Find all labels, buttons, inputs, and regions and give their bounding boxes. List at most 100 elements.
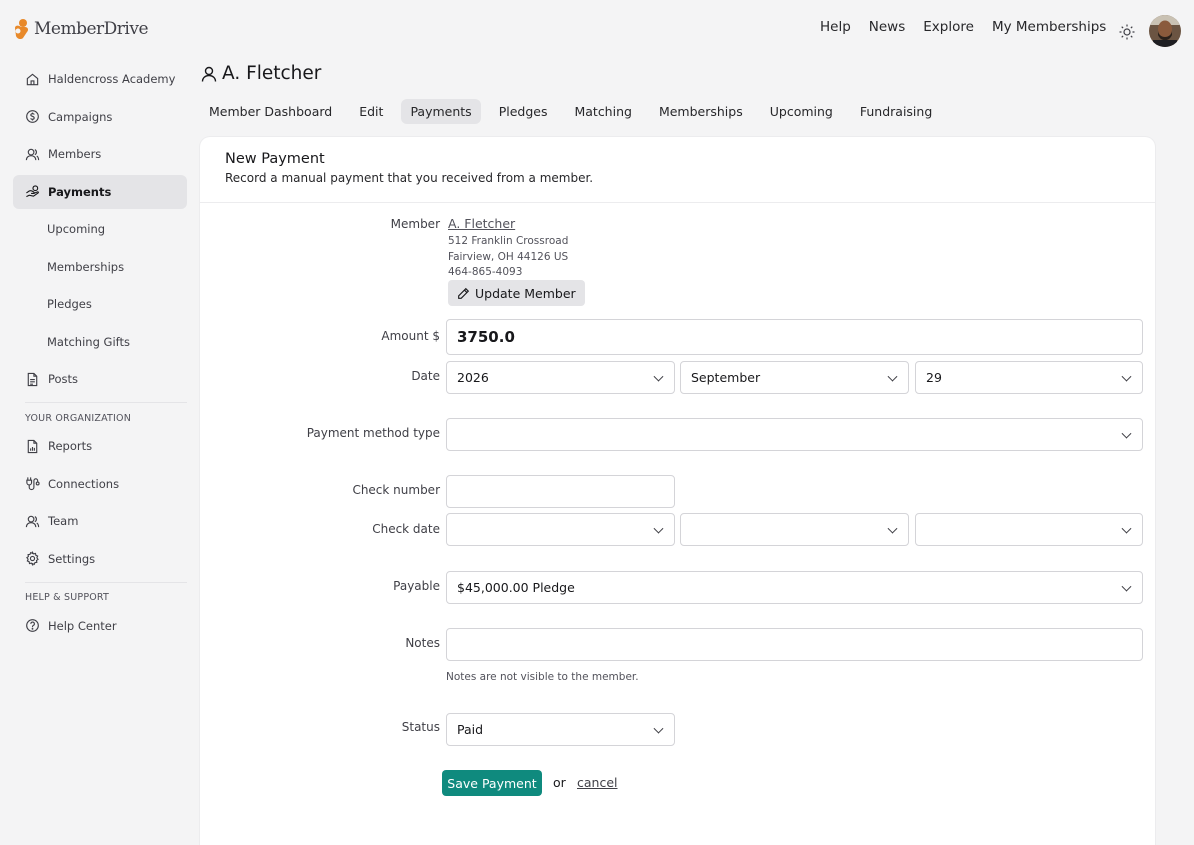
status-select[interactable]: Paid xyxy=(446,713,675,746)
tab-upcoming[interactable]: Upcoming xyxy=(761,99,842,124)
avatar[interactable] xyxy=(1149,15,1181,47)
member-link[interactable]: A. Fletcher xyxy=(448,216,515,231)
notes-input[interactable] xyxy=(446,628,1143,661)
sidebar-item-settings[interactable]: Settings xyxy=(13,542,187,576)
date-label: Date xyxy=(411,369,440,383)
update-member-button[interactable]: Update Member xyxy=(448,280,585,306)
user-icon xyxy=(201,66,217,82)
sidebar-item-connections[interactable]: Connections xyxy=(13,467,187,501)
brand-name: MemberDrive xyxy=(34,19,149,39)
plug-icon xyxy=(26,477,40,491)
sidebar-item-label: Settings xyxy=(48,551,96,566)
date-month-select[interactable]: September xyxy=(680,361,909,394)
sidebar-item-help-center[interactable]: Help Center xyxy=(13,609,187,643)
topnav-explore[interactable]: Explore xyxy=(923,19,974,35)
sidebar-divider xyxy=(25,581,187,583)
tab-payments[interactable]: Payments xyxy=(401,99,481,124)
tab-memberships[interactable]: Memberships xyxy=(650,99,752,124)
sidebar-item-label: Help Center xyxy=(48,618,117,633)
update-member-label: Update Member xyxy=(475,285,576,301)
form-title: New Payment xyxy=(225,151,325,167)
sidebar-item-label: Campaigns xyxy=(48,109,113,124)
or-text: or xyxy=(553,775,566,790)
topnav-news[interactable]: News xyxy=(869,19,905,35)
member-address-line2: Fairview, OH 44126 US xyxy=(448,251,569,263)
cancel-link[interactable]: cancel xyxy=(577,775,618,790)
users-icon xyxy=(25,515,40,527)
sidebar-divider xyxy=(25,402,187,403)
sidebar: Haldencross Academy Campaigns Members Pa… xyxy=(13,62,187,646)
member-label: Member xyxy=(390,217,440,231)
sidebar-item-label: Members xyxy=(48,147,102,161)
users-icon xyxy=(25,148,40,160)
home-icon xyxy=(26,73,39,85)
check-date-year-select[interactable] xyxy=(446,513,675,546)
notes-label: Notes xyxy=(405,636,440,650)
sidebar-item-label: Upcoming xyxy=(47,222,106,236)
notes-hint: Notes are not visible to the member. xyxy=(446,671,639,683)
topnav-my-memberships[interactable]: My Memberships xyxy=(992,19,1106,35)
member-address-line1: 512 Franklin Crossroad xyxy=(448,235,569,247)
page-title: A. Fletcher xyxy=(200,63,321,84)
tab-matching[interactable]: Matching xyxy=(565,99,640,124)
sidebar-heading-organization: YOUR ORGANIZATION xyxy=(25,412,132,424)
payable-select[interactable]: $45,000.00 Pledge xyxy=(446,571,1143,604)
tab-pledges[interactable]: Pledges xyxy=(490,99,557,124)
sidebar-item-payments[interactable]: Payments xyxy=(13,174,187,209)
tab-fundraising[interactable]: Fundraising xyxy=(851,99,941,124)
new-payment-card: New Payment Record a manual payment that… xyxy=(200,137,1155,845)
topnav-help[interactable]: Help xyxy=(820,19,851,35)
report-icon xyxy=(27,439,38,453)
form-subtitle: Record a manual payment that you receive… xyxy=(225,171,594,185)
hand-coins-icon xyxy=(26,185,39,198)
sidebar-item-reports[interactable]: Reports xyxy=(13,429,187,463)
sun-icon[interactable] xyxy=(1118,23,1136,41)
tab-edit[interactable]: Edit xyxy=(350,99,392,124)
date-year-select[interactable]: 2026 xyxy=(446,361,675,394)
gear-icon xyxy=(26,551,39,566)
sidebar-item-memberships[interactable]: Memberships xyxy=(13,250,187,284)
sidebar-item-label: Reports xyxy=(48,439,93,453)
sidebar-heading-help: HELP & SUPPORT xyxy=(25,592,110,603)
pencil-icon xyxy=(458,287,470,299)
sidebar-item-upcoming[interactable]: Upcoming xyxy=(13,212,187,246)
sidebar-item-label: Payments xyxy=(48,184,112,199)
page-title-text: A. Fletcher xyxy=(222,63,322,84)
sidebar-item-team[interactable]: Team xyxy=(13,504,187,538)
check-number-label: Check number xyxy=(352,483,440,497)
amount-label: Amount $ xyxy=(381,329,440,343)
check-date-day-select[interactable] xyxy=(915,513,1143,546)
save-payment-button[interactable]: Save Payment xyxy=(442,770,542,796)
sidebar-item-label: Memberships xyxy=(47,259,125,274)
dollar-circle-icon xyxy=(26,110,39,123)
sidebar-item-matching-gifts[interactable]: Matching Gifts xyxy=(13,325,187,359)
date-day-select[interactable]: 29 xyxy=(915,361,1143,394)
member-tabs: Member Dashboard Edit Payments Pledges M… xyxy=(200,99,941,124)
card-header: New Payment Record a manual payment that… xyxy=(200,137,1155,203)
sidebar-item-label: Matching Gifts xyxy=(47,334,130,349)
payment-method-select[interactable] xyxy=(446,418,1143,451)
document-icon xyxy=(27,372,38,386)
payment-method-label: Payment method type xyxy=(306,426,440,440)
sidebar-item-label: Pledges xyxy=(47,297,92,311)
sidebar-item-pledges[interactable]: Pledges xyxy=(13,287,187,321)
sidebar-item-haldencross-academy[interactable]: Haldencross Academy xyxy=(13,62,187,96)
sidebar-item-campaigns[interactable]: Campaigns xyxy=(13,100,187,134)
check-date-month-select[interactable] xyxy=(680,513,909,546)
sidebar-item-label: Posts xyxy=(48,372,79,386)
brand-logo[interactable]: MemberDrive xyxy=(12,18,149,40)
check-date-label: Check date xyxy=(372,522,440,536)
payable-label: Payable xyxy=(393,579,440,593)
status-label: Status xyxy=(401,720,440,734)
sidebar-item-members[interactable]: Members xyxy=(13,137,187,171)
member-phone: 464-865-4093 xyxy=(448,266,523,278)
check-number-input[interactable] xyxy=(446,475,675,508)
top-nav: Help News Explore My Memberships xyxy=(820,19,1106,35)
sidebar-item-label: Team xyxy=(48,514,79,528)
tab-member-dashboard[interactable]: Member Dashboard xyxy=(200,99,341,124)
question-circle-icon xyxy=(26,619,39,632)
sidebar-item-label: Connections xyxy=(48,476,120,491)
amount-input[interactable]: 3750.0 xyxy=(446,319,1143,355)
sidebar-item-posts[interactable]: Posts xyxy=(13,362,187,396)
sidebar-item-label: Haldencross Academy xyxy=(48,72,176,86)
